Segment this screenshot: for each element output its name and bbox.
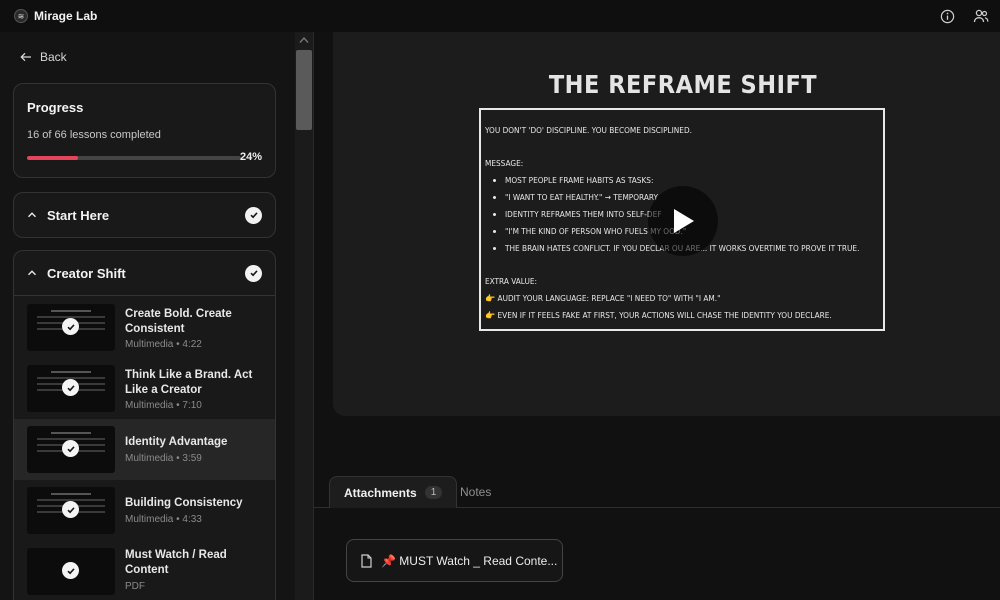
chevron-up-icon [27,212,37,218]
progress-summary: 16 of 66 lessons completed [27,129,161,141]
tab-label: Notes [460,485,492,499]
lesson-meta: Multimedia • 4:22 [125,339,202,350]
video-player[interactable]: THE REFRAME SHIFT You don't 'do' discipl… [333,32,1000,416]
lesson-meta: PDF [125,581,145,592]
attachment-label: 📌 MUST Watch _ Read Conte... [381,553,558,568]
check-icon [62,379,79,396]
lesson-thumbnail [27,548,115,595]
progress-title: Progress [27,100,84,115]
lesson-thumbnail [27,426,115,473]
section-start-here: Start Here [13,192,276,238]
back-label: Back [40,50,67,64]
check-icon [62,562,79,579]
info-icon[interactable] [938,7,956,25]
lesson-meta: Multimedia • 4:33 [125,514,202,525]
lesson-item[interactable]: Building Consistency Multimedia • 4:33 [14,480,275,541]
section-header-start-here[interactable]: Start Here [14,193,275,237]
slide-title: THE REFRAME SHIFT [548,70,818,99]
section-title: Start Here [47,207,110,223]
tab-attachments[interactable]: Attachments 1 [329,476,458,508]
progress-bar [27,156,241,160]
lesson-item[interactable]: Must Watch / Read Content PDF [14,541,275,600]
check-icon [245,264,262,282]
lesson-title: Must Watch / Read Content [125,549,227,576]
content-tabs: Attachments 1 Notes [314,474,1000,508]
lesson-thumbnail [27,304,115,351]
play-icon [674,209,694,233]
slide-extra: 👉 Even if it feels fake at first, your a… [485,310,832,320]
section-creator-shift: Creator Shift Create Bold. Create Consis… [13,250,276,600]
play-button[interactable] [648,186,718,256]
sidebar-scrollbar[interactable] [295,32,313,600]
users-icon[interactable] [972,7,990,25]
lesson-meta: Multimedia • 3:59 [125,453,202,464]
lesson-title: Identity Advantage [125,436,228,448]
brand-logo-icon: ≋ [14,9,28,23]
arrow-left-icon [20,52,31,62]
lesson-item-active[interactable]: Identity Advantage Multimedia • 3:59 [14,419,275,480]
check-icon [245,206,262,224]
lesson-thumbnail [27,365,115,412]
progress-card: Progress 16 of 66 lessons completed 24% [13,83,276,178]
lesson-title: Think Like a Brand. Act Like a Creator [125,369,253,396]
lesson-title: Building Consistency [125,497,243,509]
section-title: Creator Shift [47,265,126,281]
file-icon [361,553,372,568]
back-button[interactable]: Back [20,50,67,64]
check-icon [62,501,79,518]
lesson-meta: Multimedia • 7:10 [125,400,202,411]
tab-label: Attachments [344,485,417,500]
progress-percent: 24% [239,151,262,163]
slide-extra: 👉 Audit your language: replace "I need t… [485,293,721,303]
slide-intro: You don't 'do' discipline. You become di… [485,125,692,135]
lesson-thumbnail [27,487,115,534]
check-icon [62,440,79,457]
scroll-up-icon[interactable] [299,36,309,44]
slide-message-label: Message: [485,158,524,168]
top-bar: ≋ Mirage Lab [0,0,1000,32]
app-title: Mirage Lab [34,9,98,23]
chevron-up-icon [27,270,37,276]
brand[interactable]: ≋ Mirage Lab [14,9,97,23]
attachment-item[interactable]: 📌 MUST Watch _ Read Conte... [346,539,563,582]
progress-fill [27,156,79,160]
tab-notes[interactable]: Notes [446,476,505,508]
lesson-title: Create Bold. Create Consistent [125,308,232,335]
scrollbar-thumb[interactable] [296,50,312,130]
course-sidebar: Back Progress 16 of 66 lessons completed… [0,32,314,600]
slide-extra-label: Extra value: [485,276,537,286]
tab-count-badge: 1 [424,486,443,499]
lesson-item[interactable]: Create Bold. Create Consistent Multimedi… [14,297,275,358]
check-icon [62,318,79,335]
section-header-creator-shift[interactable]: Creator Shift [14,251,275,296]
lesson-item[interactable]: Think Like a Brand. Act Like a Creator M… [14,358,275,419]
